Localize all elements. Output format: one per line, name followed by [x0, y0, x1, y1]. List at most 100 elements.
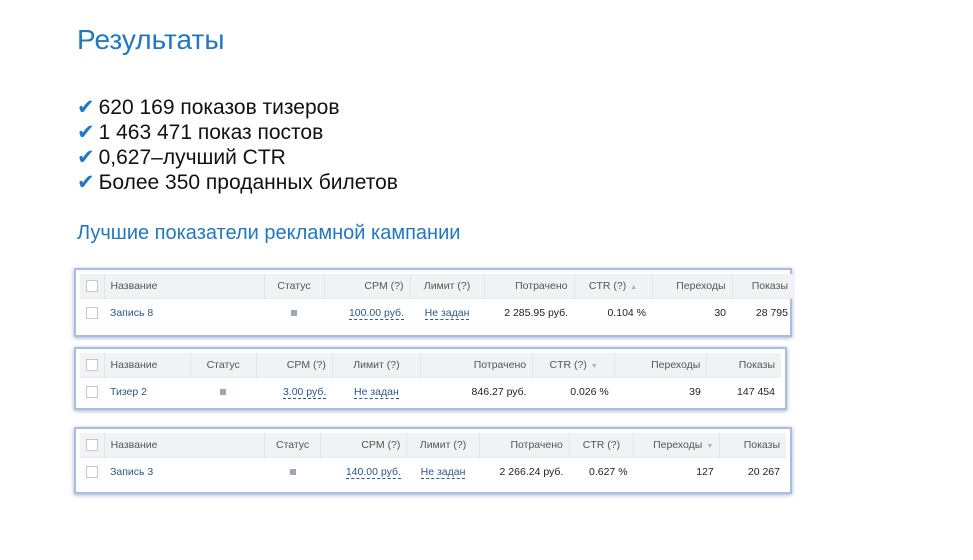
check-icon: ✔: [77, 170, 95, 194]
ctr-value: 0.627 %: [569, 457, 634, 486]
views-value: 147 454: [706, 377, 781, 406]
row-checkbox-cell[interactable]: [80, 457, 105, 486]
select-all-checkbox[interactable]: [86, 439, 98, 452]
status-stopped-icon[interactable]: [289, 469, 296, 476]
table-header-row: Название Статус CPM (?) Лимит (?) Потрач…: [80, 353, 781, 378]
select-all-checkbox-cell[interactable]: [80, 274, 105, 299]
cpm-link[interactable]: 3.00 руб.: [282, 386, 327, 399]
ad-stats-table: Название Статус CPM (?) Лимит (?) Потрач…: [80, 274, 794, 327]
header-status[interactable]: Статус: [264, 433, 322, 458]
results-item-text: Более 350 проданных билетов: [98, 171, 398, 194]
limit-link[interactable]: Не задан: [420, 466, 466, 479]
header-name[interactable]: Название: [104, 433, 266, 458]
sort-asc-icon: ▲: [630, 284, 638, 291]
header-limit[interactable]: Лимит (?): [406, 433, 480, 458]
header-name[interactable]: Название: [104, 353, 191, 378]
sort-desc-icon: ▼: [590, 363, 598, 370]
limit-cell: Не задан: [406, 457, 480, 486]
sort-desc-icon: ▼: [706, 443, 714, 450]
header-cpm[interactable]: CPM (?): [324, 274, 411, 299]
ad-name-link[interactable]: Тизер 2: [104, 377, 191, 406]
header-spent[interactable]: Потрачено: [484, 274, 575, 299]
status-cell[interactable]: [264, 298, 324, 327]
spent-value: 2 285.95 руб.: [484, 298, 574, 327]
results-item: ✔ Более 350 проданных билетов: [77, 170, 398, 195]
check-icon: ✔: [77, 120, 95, 144]
ad-stats-table: Название Статус CPM (?) Лимит (?) Потрач…: [80, 433, 786, 486]
header-limit[interactable]: Лимит (?): [410, 274, 485, 299]
page-title: Результаты: [77, 24, 225, 55]
limit-cell: Не задан: [332, 377, 421, 406]
header-status[interactable]: Статус: [264, 274, 325, 299]
limit-cell: Не задан: [410, 298, 484, 327]
header-status[interactable]: Статус: [190, 353, 257, 378]
header-views[interactable]: Показы: [719, 433, 786, 458]
select-all-checkbox[interactable]: [86, 359, 98, 372]
row-checkbox-cell[interactable]: [80, 377, 105, 406]
ad-name-link[interactable]: Запись 3: [104, 457, 265, 486]
header-clicks[interactable]: Переходы: [614, 353, 708, 378]
status-stopped-icon[interactable]: [220, 389, 227, 396]
table-header-row: Название Статус CPM (?) Лимит (?) Потрач…: [80, 433, 786, 458]
limit-link[interactable]: Не задан: [354, 386, 399, 399]
results-list: ✔ 620 169 показов тизеров ✔ 1 463 471 пока…: [77, 95, 398, 195]
cpm-cell: 100.00 руб.: [324, 298, 410, 327]
check-icon: ✔: [77, 145, 95, 169]
cpm-link[interactable]: 140.00 руб.: [345, 466, 401, 479]
header-clicks[interactable]: Переходы ▼: [633, 433, 721, 458]
header-limit[interactable]: Лимит (?): [332, 353, 421, 378]
results-item-text: 620 169 показов тизеров: [98, 96, 340, 119]
header-ctr[interactable]: CTR (?) ▲: [574, 274, 653, 299]
header-ctr[interactable]: CTR (?): [569, 433, 635, 458]
results-item: ✔ 0,627–лучший CTR: [77, 145, 398, 170]
header-ctr-label: CTR (?): [588, 280, 627, 292]
header-views[interactable]: Показы: [732, 274, 794, 299]
spent-value: 2 266.24 руб.: [479, 457, 570, 486]
table-row: Запись 3 140.00 руб. Не задан 2 266.24 р…: [80, 457, 786, 486]
table-header-row: Название Статус CPM (?) Лимит (?) Потрач…: [80, 274, 794, 299]
row-checkbox[interactable]: [86, 386, 99, 399]
ad-name-link[interactable]: Запись 8: [104, 298, 264, 327]
clicks-value: 127: [633, 457, 720, 486]
select-all-checkbox-cell[interactable]: [80, 353, 105, 378]
header-spent[interactable]: Потрачено: [479, 433, 570, 458]
status-cell[interactable]: [190, 377, 257, 406]
ad-stats-panel-2: Название Статус CPM (?) Лимит (?) Потрач…: [74, 347, 787, 410]
select-all-checkbox-cell[interactable]: [80, 433, 105, 458]
header-clicks-label: Переходы: [653, 439, 703, 451]
header-ctr[interactable]: CTR (?) ▼: [532, 353, 616, 378]
table-row: Тизер 2 3.00 руб. Не задан 846.27 руб. 0…: [80, 377, 781, 406]
header-name[interactable]: Название: [104, 274, 265, 299]
ctr-value: 0.104 %: [574, 298, 652, 327]
cpm-cell: 140.00 руб.: [320, 457, 407, 486]
ad-stats-panel-1: Название Статус CPM (?) Лимит (?) Потрач…: [74, 268, 794, 337]
section-subtitle: Лучшие показатели рекламной кампании: [77, 222, 461, 244]
row-checkbox[interactable]: [86, 307, 98, 320]
table-row: Запись 8 100.00 руб. Не задан 2 285.95 р…: [80, 298, 794, 327]
header-ctr-label: CTR (?): [549, 359, 587, 371]
select-all-checkbox[interactable]: [86, 280, 98, 293]
header-spent[interactable]: Потрачено: [420, 353, 534, 378]
status-stopped-icon[interactable]: [291, 310, 297, 317]
clicks-value: 30: [652, 298, 732, 327]
ad-stats-table: Название Статус CPM (?) Лимит (?) Потрач…: [80, 353, 781, 406]
views-value: 28 795: [732, 298, 794, 327]
header-clicks[interactable]: Переходы: [652, 274, 733, 299]
header-views[interactable]: Показы: [706, 353, 781, 378]
check-icon: ✔: [77, 95, 95, 119]
spent-value: 846.27 руб.: [420, 377, 533, 406]
ctr-value: 0.026 %: [532, 377, 615, 406]
limit-link[interactable]: Не задан: [424, 307, 470, 320]
cpm-link[interactable]: 100.00 руб.: [348, 307, 404, 320]
row-checkbox[interactable]: [86, 466, 99, 479]
clicks-value: 39: [614, 377, 707, 406]
header-cpm[interactable]: CPM (?): [320, 433, 408, 458]
row-checkbox-cell[interactable]: [80, 298, 104, 327]
header-cpm[interactable]: CPM (?): [256, 353, 333, 378]
results-item-text: 1 463 471 показ постов: [98, 121, 324, 144]
views-value: 20 267: [719, 457, 786, 486]
results-item: ✔ 1 463 471 показ постов: [77, 120, 398, 145]
status-cell[interactable]: [264, 457, 321, 486]
results-item: ✔ 620 169 показов тизеров: [77, 95, 398, 120]
ad-stats-panel-3: Название Статус CPM (?) Лимит (?) Потрач…: [74, 427, 792, 494]
